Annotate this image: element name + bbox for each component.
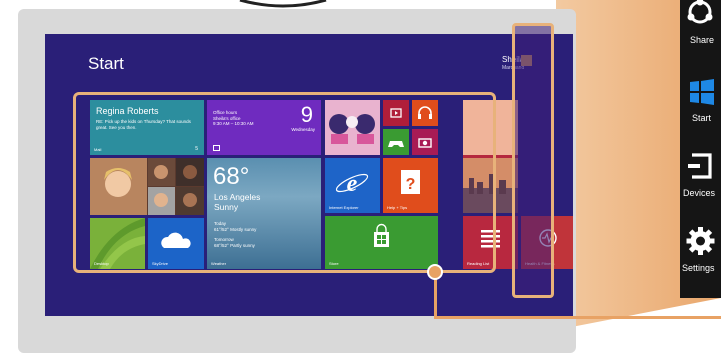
windows-start-icon xyxy=(690,79,714,105)
charms-bar: Share Start Devices Settings xyxy=(680,0,721,298)
charm-start[interactable]: Start xyxy=(680,72,721,142)
callout-line xyxy=(434,278,437,319)
charm-label: Share xyxy=(690,35,715,45)
settings-gear-icon xyxy=(686,227,715,255)
charm-share[interactable]: Share xyxy=(680,0,721,64)
charm-label: Devices xyxy=(683,188,716,198)
tiles-highlight-frame xyxy=(73,92,496,273)
share-icon xyxy=(687,0,713,24)
callout-line xyxy=(434,316,721,319)
charm-devices[interactable]: Devices xyxy=(680,147,721,217)
illustration-stage: Start Sheila Marchand Regina Roberts RE:… xyxy=(0,0,721,353)
charm-label: Settings xyxy=(682,263,715,273)
charms-highlight-frame xyxy=(512,23,554,298)
charm-label: Start xyxy=(692,113,712,123)
page-title: Start xyxy=(88,54,124,73)
charm-settings[interactable]: Settings xyxy=(680,222,721,292)
curved-arrow-icon xyxy=(239,0,327,8)
devices-icon xyxy=(688,153,712,179)
callout-dot xyxy=(427,264,443,280)
